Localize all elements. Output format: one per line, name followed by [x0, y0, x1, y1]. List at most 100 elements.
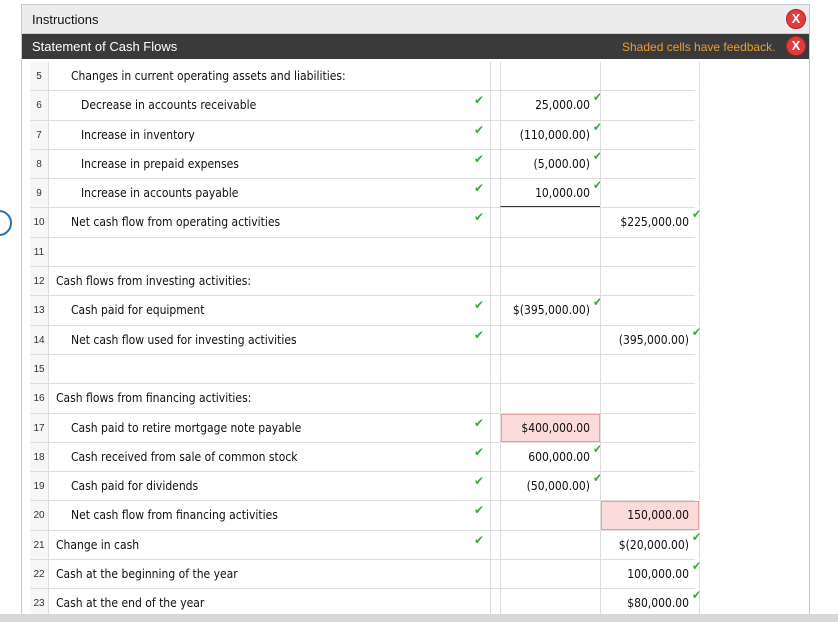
row-number: 12 [30, 267, 49, 296]
amount-cell[interactable] [500, 560, 600, 589]
window-title: Instructions [32, 12, 99, 27]
row-number: 20 [30, 501, 49, 530]
cell-checkmark-icon: ✔ [691, 588, 701, 603]
side-circle-button[interactable] [0, 210, 12, 236]
sheet-row-16: 16 Cash flows from financing activities: [30, 384, 700, 414]
sheet-row-15: 15 [30, 354, 700, 385]
amount-cell[interactable] [500, 208, 600, 237]
cell-checkmark-icon: ✔ [691, 559, 701, 574]
row-label: Net cash flow from operating activities [71, 215, 281, 230]
sheet-row-14: 14 Net cash flow used for investing activ… [30, 325, 701, 355]
row-label: Cash flows from investing activities: [56, 274, 252, 289]
row-label: Increase in prepaid expenses [81, 156, 239, 171]
row-label: Net cash flow from financing activities [71, 508, 278, 523]
row-label: Cash received from sale of common stock [71, 449, 298, 464]
total-cell[interactable]: $(20,000.00) ✔ [600, 530, 701, 560]
checkmark-icon: ✔ [474, 210, 485, 225]
sheet-row-21: 21 Change in cash ✔ $(20,000.00) ✔ [30, 530, 701, 561]
cash-flow-sheet: 5 Changes in current operating assets and… [30, 62, 701, 619]
total-cell[interactable] [600, 354, 700, 384]
row-label: Cash paid for dividends [71, 479, 199, 494]
total-cell[interactable] [600, 237, 700, 267]
amount-cell[interactable]: 10,000.00 ✔ [500, 178, 602, 208]
dialog-window: Instructions X Statement of Cash Flows S… [21, 4, 810, 619]
sheet-row-22: 22 Cash at the beginning of the year 100,0… [30, 559, 701, 590]
cell-checkmark-icon: ✔ [691, 529, 701, 544]
amount-cell[interactable]: $400,000.00 [500, 413, 600, 442]
row-label: Net cash flow used for investing activit… [71, 332, 297, 347]
row-number: 13 [30, 296, 49, 325]
row-number: 22 [30, 560, 49, 589]
total-cell[interactable] [600, 442, 700, 472]
row-number: 14 [30, 325, 49, 354]
row-label: Cash flows from financing activities: [56, 391, 252, 406]
sheet-row-13: 13 Cash paid for equipment ✔ $(395,000.00) ✔ [30, 295, 700, 326]
total-cell[interactable] [600, 267, 700, 296]
sheet-row-9: 9 Increase in accounts payable ✔ 10,000.00 ✔ [30, 178, 700, 209]
row-label: Cash paid for equipment [71, 303, 205, 318]
close-feedback-icon[interactable]: X [786, 36, 806, 56]
header-bar: Statement of Cash Flows Shaded cells hav… [22, 34, 809, 59]
cell-checkmark-icon: ✔ [691, 324, 701, 339]
checkmark-icon: ✔ [474, 122, 485, 137]
amount-cell[interactable]: (5,000.00) ✔ [500, 149, 602, 179]
total-cell[interactable] [600, 149, 700, 179]
total-cell[interactable]: 100,000.00 ✔ [600, 559, 701, 589]
scroll-track[interactable] [0, 614, 838, 622]
checkmark-icon: ✔ [474, 532, 485, 547]
total-cell[interactable]: (395,000.00) ✔ [600, 325, 701, 354]
row-label: Change in cash [56, 537, 140, 552]
amount-cell[interactable]: 600,000.00 ✔ [500, 442, 602, 472]
row-label: Decrease in accounts receivable [81, 98, 257, 113]
checkmark-icon: ✔ [474, 474, 485, 489]
checkmark-icon: ✔ [474, 181, 485, 196]
total-cell[interactable]: $225,000.00 ✔ [600, 207, 701, 237]
row-number: 7 [30, 120, 49, 149]
row-number: 6 [30, 91, 49, 120]
amount-cell[interactable] [500, 384, 600, 413]
row-number: 18 [30, 442, 49, 472]
total-cell[interactable] [600, 179, 700, 208]
title-bar: Instructions X [22, 5, 809, 34]
row-number: 21 [30, 530, 49, 560]
checkmark-icon: ✔ [474, 444, 485, 459]
row-number: 8 [30, 149, 49, 179]
amount-cell[interactable] [500, 62, 600, 91]
row-number: 16 [30, 384, 49, 413]
total-cell[interactable] [600, 62, 700, 91]
amount-cell[interactable] [500, 501, 600, 530]
amount-cell[interactable]: (50,000.00) ✔ [500, 471, 602, 501]
total-cell[interactable] [600, 384, 700, 413]
cell-checkmark-icon: ✔ [691, 207, 701, 222]
amount-cell[interactable] [500, 237, 600, 267]
row-number: 17 [30, 413, 49, 442]
amount-cell[interactable]: 25,000.00 ✔ [500, 90, 602, 120]
checkmark-icon: ✔ [474, 93, 485, 108]
total-cell[interactable] [600, 472, 700, 501]
sheet-row-11: 11 [30, 237, 700, 268]
total-cell[interactable] [600, 413, 700, 442]
total-cell[interactable]: 150,000.00 [600, 501, 700, 530]
close-icon[interactable]: X [786, 9, 806, 29]
sheet-row-19: 19 Cash paid for dividends ✔ (50,000.00) ✔ [30, 471, 700, 502]
total-cell[interactable] [600, 120, 700, 149]
amount-cell[interactable]: (110,000.00) ✔ [500, 120, 602, 149]
amount-cell[interactable] [500, 530, 600, 560]
checkmark-icon: ✔ [474, 298, 485, 313]
row-label: Changes in current operating assets and … [71, 69, 346, 83]
row-number: 15 [30, 354, 49, 384]
amount-cell[interactable] [500, 354, 600, 384]
row-label: Increase in accounts payable [81, 186, 239, 201]
amount-cell[interactable] [500, 267, 600, 296]
checkmark-icon: ✔ [474, 151, 485, 166]
sheet-row-10: 10 Net cash flow from operating activitie… [30, 207, 701, 238]
amount-cell[interactable] [500, 325, 600, 354]
total-cell[interactable] [600, 91, 700, 120]
row-label: Increase in inventory [81, 127, 195, 142]
row-number: 9 [30, 179, 49, 208]
checkmark-icon: ✔ [474, 503, 485, 518]
total-cell[interactable] [600, 296, 700, 325]
amount-cell[interactable]: $(395,000.00) ✔ [500, 295, 602, 325]
row-number: 10 [30, 208, 49, 237]
statement-title: Statement of Cash Flows [32, 39, 178, 54]
